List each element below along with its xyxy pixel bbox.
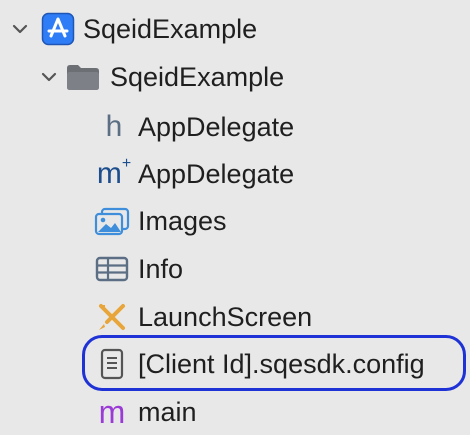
objc-source-file-glyph: m — [98, 393, 126, 430]
navigator-item-label: AppDelegate — [138, 112, 295, 142]
asset-catalog-icon — [94, 203, 130, 239]
chevron-down-icon[interactable] — [11, 20, 29, 38]
navigator-item-file[interactable]: m main — [0, 389, 470, 435]
navigator-item-label: Info — [138, 254, 184, 284]
navigator-item-label: AppDelegate — [138, 159, 295, 189]
navigator-item-label: LaunchScreen — [138, 302, 313, 332]
navigator-item-group[interactable]: SqeidExample — [0, 54, 470, 100]
interface-builder-icon — [94, 299, 130, 335]
navigator-item-label: SqeidExample — [83, 14, 258, 44]
navigator-item-file[interactable]: Images — [0, 198, 470, 244]
navigator-item-label: Images — [138, 206, 227, 236]
plist-table-icon — [94, 251, 130, 287]
objc-file-glyph: m — [96, 157, 122, 190]
navigator-item-label: main — [138, 397, 197, 427]
navigator-item-label: [Client Id].sqesdk.config — [138, 349, 425, 379]
header-file-icon-glyph: h — [105, 110, 123, 143]
header-file-icon: h — [96, 109, 132, 145]
navigator-item-label: SqeidExample — [110, 62, 285, 92]
plus-superscript: + — [121, 155, 132, 172]
navigator-item-file[interactable]: Info — [0, 246, 470, 292]
navigator-item-file[interactable]: LaunchScreen — [0, 294, 470, 340]
app-store-icon — [40, 11, 76, 47]
chevron-down-icon[interactable] — [40, 68, 58, 86]
document-icon — [94, 346, 130, 382]
navigator-item-file[interactable]: m+ AppDelegate — [0, 151, 470, 197]
objc-implementation-file-icon: m+ — [96, 155, 132, 192]
navigator-item-project[interactable]: SqeidExample — [0, 6, 470, 52]
objc-source-file-icon: m — [94, 394, 130, 430]
navigator-item-file-highlighted[interactable]: [Client Id].sqesdk.config — [0, 341, 470, 387]
folder-icon — [65, 59, 101, 95]
navigator-item-file[interactable]: h AppDelegate — [0, 104, 470, 150]
